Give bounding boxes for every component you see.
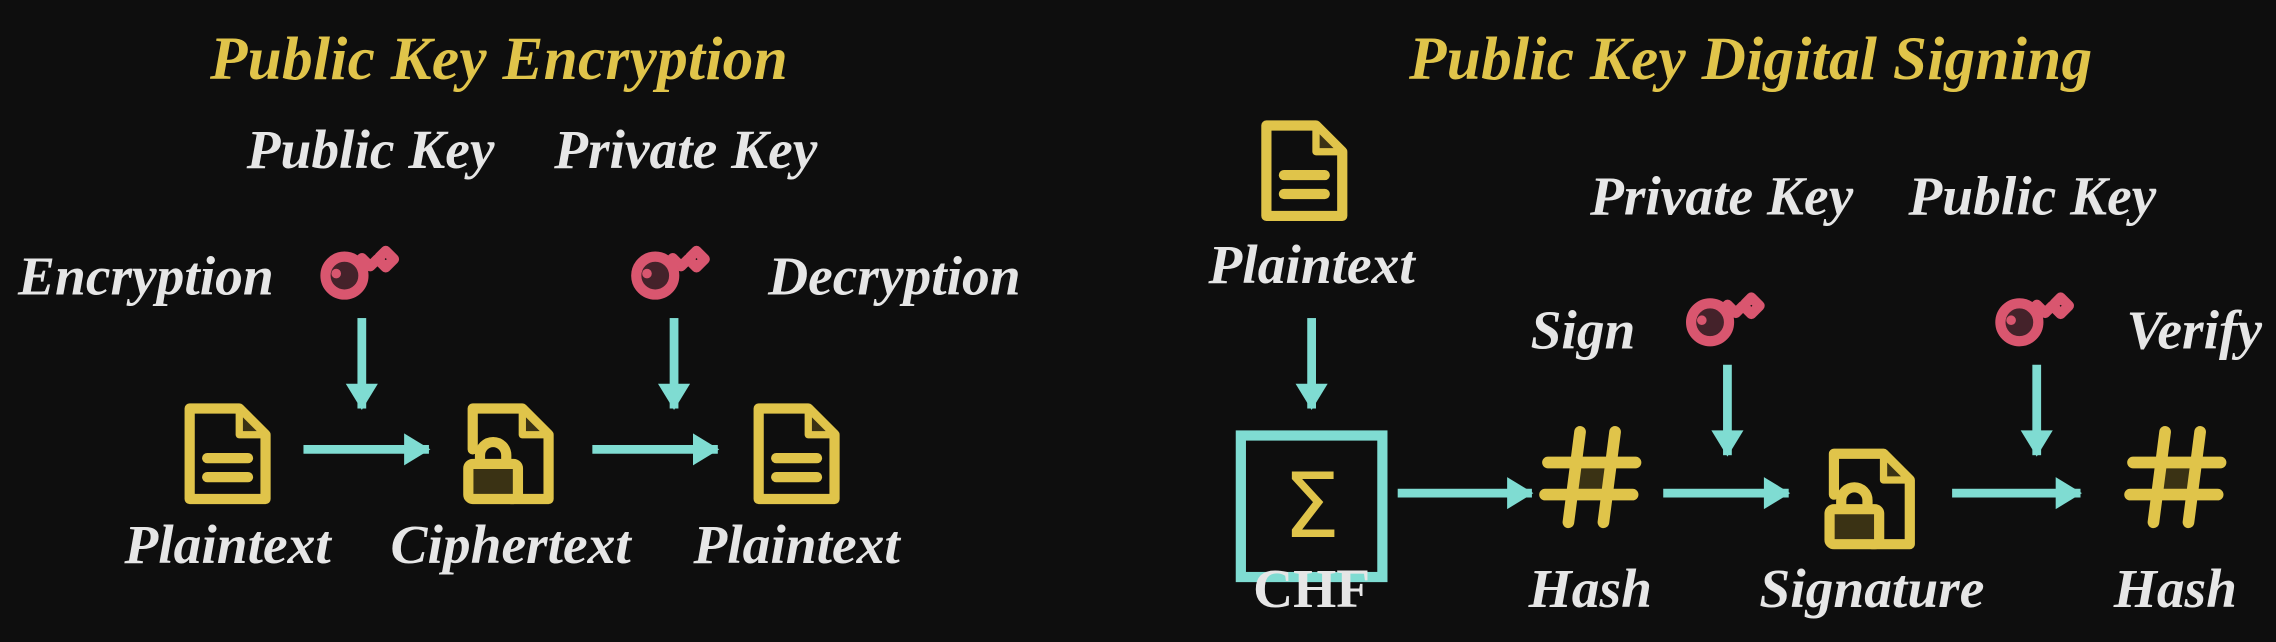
panel-title-encryption: Public Key Encryption [209,26,788,94]
arrow-down-verify-key [2032,364,2042,456]
arrow-down-private-key [669,318,679,409]
flow-label-chf: CHF [1253,558,1371,621]
label-verify-operation: Verify [2126,300,2263,362]
flow-label-hash-1: Hash [1528,558,1652,621]
hash-icon [1533,420,1647,534]
key-icon [314,216,404,306]
label-private-key-decrypt: Private Key [554,119,818,181]
arrow-down-public-key [357,318,367,409]
hash-icon [2118,420,2232,534]
document-icon [1256,117,1352,225]
arrow-down-sign-key [1723,364,1732,456]
locked-document-icon [462,400,558,508]
key-icon [624,216,714,306]
label-public-key-verify: Public Key [1908,166,2157,228]
arrow-right-signature-to-hash [1952,488,2081,498]
arrow-right-hash-to-signature [1663,488,1789,498]
label-decryption-operation: Decryption [768,246,1021,308]
flow-label-plaintext-2: Plaintext [693,515,900,577]
label-public-key-encrypt: Public Key [246,119,495,181]
arrow-right-chf-to-hash [1397,488,1532,498]
arrow-right-encrypt [303,445,429,454]
label-sign-operation: Sign [1530,300,1636,362]
arrow-down-to-chf [1307,318,1316,409]
document-icon [748,400,844,508]
arrow-right-decrypt [592,445,718,454]
panel-title-signing: Public Key Digital Signing [1409,26,2093,94]
flow-label-hash-2: Hash [2113,558,2237,621]
document-icon [179,400,275,508]
key-icon [1989,263,2079,353]
flow-label-signature: Signature [1759,558,1985,621]
label-encryption-operation: Encryption [18,246,274,308]
label-private-key-sign: Private Key [1589,166,1854,228]
label-source-plaintext: Plaintext [1208,234,1415,297]
sigma-icon: Σ [1283,452,1341,559]
locked-document-icon [1824,445,1920,553]
flow-label-plaintext-1: Plaintext [124,515,331,577]
flow-label-ciphertext: Ciphertext [390,515,631,577]
key-icon [1679,263,1769,353]
diagram-canvas: Public Key Encryption Public Key Private… [0,0,2276,642]
